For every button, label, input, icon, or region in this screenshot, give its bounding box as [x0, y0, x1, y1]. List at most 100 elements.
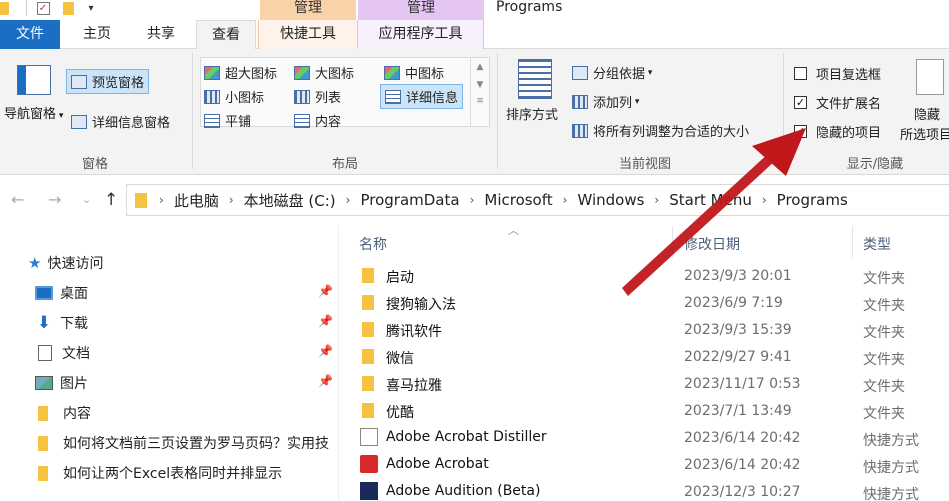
pane-divider[interactable] — [338, 226, 339, 501]
layout-extra-large-icons[interactable]: 超大图标 — [204, 63, 277, 82]
file-row[interactable]: Adobe Acrobat Distiller 2023/6/14 20:42 … — [340, 424, 949, 451]
folder-icon — [362, 295, 374, 310]
nav-item-documents[interactable]: 文档 — [38, 343, 90, 363]
navigation-pane: ★ 快速访问 桌面 📌 ⬇ 下载 📌 文档 📌 图片 📌 内容 如何将文档前三页… — [0, 226, 340, 501]
file-extensions-checkbox[interactable]: ✓ — [794, 96, 807, 109]
breadcrumb-microsoft[interactable]: Microsoft — [484, 191, 552, 209]
file-type: 文件夹 — [863, 406, 905, 422]
nav-item-content[interactable]: 内容 — [38, 403, 91, 423]
up-arrow-icon[interactable]: ↑ — [104, 190, 118, 210]
address-bar[interactable]: › 此电脑 › 本地磁盘 (C:) › ProgramData › Micros… — [126, 184, 949, 216]
breadcrumb-chevron-icon[interactable]: › — [654, 193, 659, 207]
breadcrumb-local-disk[interactable]: 本地磁盘 (C:) — [244, 190, 336, 211]
file-extensions-toggle[interactable]: ✓ 文件扩展名 — [794, 93, 881, 112]
file-row[interactable]: 启动 2023/9/3 20:01 文件夹 — [340, 262, 949, 289]
layout-medium-icons[interactable]: 中图标 — [384, 63, 444, 82]
back-arrow-icon[interactable]: ← — [11, 190, 24, 209]
column-divider[interactable] — [852, 226, 853, 258]
details-pane-button[interactable]: 详细信息窗格 — [71, 112, 170, 131]
pin-icon[interactable]: 📌 — [318, 344, 333, 358]
item-checkboxes-toggle[interactable]: 项目复选框 — [794, 64, 881, 83]
details-pane-label: 详细信息窗格 — [92, 116, 171, 131]
group-by-button[interactable]: 分组依据 ▾ — [572, 63, 652, 82]
properties-checkbox-icon[interactable]: ✓ — [35, 0, 51, 16]
breadcrumb-windows[interactable]: Windows — [577, 191, 644, 209]
breadcrumb-this-pc[interactable]: 此电脑 — [174, 190, 219, 211]
navigation-pane-icon[interactable] — [17, 65, 51, 95]
file-row[interactable]: 腾讯软件 2023/9/3 15:39 文件夹 — [340, 316, 949, 343]
document-icon — [38, 345, 52, 361]
hide-selected-label-2[interactable]: 所选项目 — [900, 124, 949, 143]
navigation-pane-button[interactable]: 导航窗格 ▾ — [4, 103, 63, 122]
breadcrumb-chevron-icon[interactable]: › — [470, 193, 475, 207]
nav-item-desktop[interactable]: 桌面 — [35, 283, 88, 303]
file-row[interactable]: Adobe Acrobat 2023/6/14 20:42 快捷方式 — [340, 451, 949, 478]
tab-share[interactable]: 共享 — [132, 20, 190, 49]
file-row[interactable]: Adobe Audition (Beta) 2023/12/3 10:27 快捷… — [340, 478, 949, 501]
layout-small-label: 小图标 — [225, 91, 265, 106]
hide-selected-label-1[interactable]: 隐藏 — [914, 104, 940, 123]
tab-view[interactable]: 查看 — [196, 20, 256, 50]
nav-quick-access[interactable]: ★ 快速访问 — [28, 253, 103, 273]
tab-home[interactable]: 主页 — [68, 20, 126, 49]
hidden-items-toggle[interactable]: ✓ 隐藏的项目 — [794, 122, 881, 141]
new-folder-icon[interactable] — [62, 0, 74, 16]
layout-list[interactable]: 列表 — [294, 87, 341, 106]
chevron-down-icon: ▾ — [645, 67, 653, 78]
folder-icon — [0, 0, 10, 16]
column-header-date[interactable]: 修改日期 — [684, 234, 740, 254]
hidden-items-checkbox[interactable]: ✓ — [794, 125, 807, 138]
breadcrumb-chevron-icon[interactable]: › — [563, 193, 568, 207]
breadcrumb-chevron-icon[interactable]: › — [159, 193, 164, 207]
breadcrumb-programs[interactable]: Programs — [777, 191, 848, 209]
file-row[interactable]: 微信 2022/9/27 9:41 文件夹 — [340, 343, 949, 370]
tab-app-tools[interactable]: 应用程序工具 — [358, 20, 484, 49]
layout-details[interactable]: 详细信息 — [380, 84, 464, 109]
file-row[interactable]: 搜狗输入法 2023/6/9 7:19 文件夹 — [340, 289, 949, 316]
pin-icon[interactable]: 📌 — [318, 284, 333, 298]
column-header-name[interactable]: 名称 — [359, 234, 387, 254]
column-header-type[interactable]: 类型 — [863, 234, 891, 254]
hide-selected-icon[interactable] — [916, 59, 944, 95]
size-all-columns-button[interactable]: 将所有列调整为合适的大小 — [572, 121, 749, 140]
nav-item-downloads[interactable]: ⬇ 下载 — [35, 313, 88, 333]
layout-small-icons[interactable]: 小图标 — [204, 87, 264, 106]
pin-icon[interactable]: 📌 — [318, 374, 333, 388]
breadcrumb-chevron-icon[interactable]: › — [762, 193, 767, 207]
expand-gallery-icon[interactable]: ≡ — [471, 96, 489, 106]
group-label-show-hide: 显示/隐藏 — [846, 157, 904, 172]
breadcrumb-programdata[interactable]: ProgramData — [360, 191, 459, 209]
tab-shortcut-tools[interactable]: 快捷工具 — [258, 20, 358, 49]
file-row[interactable]: 喜马拉雅 2023/11/17 0:53 文件夹 — [340, 370, 949, 397]
breadcrumb-chevron-icon[interactable]: › — [346, 193, 351, 207]
layout-large-icons[interactable]: 大图标 — [294, 63, 354, 82]
pin-icon[interactable]: 📌 — [318, 314, 333, 328]
recent-locations-chevron-icon[interactable]: ⌄ — [82, 193, 91, 206]
acrobat-icon — [360, 455, 378, 473]
layout-gallery-scroll[interactable]: ▲ ▼ ≡ — [470, 58, 489, 126]
layout-tiles[interactable]: 平铺 — [204, 111, 251, 130]
nav-item-roman-pages-doc[interactable]: 如何将文档前三页设置为罗马页码？实用技 — [38, 433, 338, 453]
group-label-layout: 布局 — [331, 157, 358, 172]
layout-content[interactable]: 内容 — [294, 111, 341, 130]
tab-file[interactable]: 文件 — [0, 20, 60, 49]
add-columns-button[interactable]: 添加列 ▾ — [572, 92, 639, 111]
file-row[interactable]: 优酷 2023/7/1 13:49 文件夹 — [340, 397, 949, 424]
nav-item-excel-side-by-side[interactable]: 如何让两个Excel表格同时并排显示 — [38, 463, 282, 483]
breadcrumb-chevron-icon[interactable]: › — [229, 193, 234, 207]
customize-toolbar-dropdown-icon[interactable]: ▾ — [84, 0, 98, 16]
forward-arrow-icon[interactable]: → — [48, 190, 61, 209]
scroll-down-icon[interactable]: ▼ — [471, 80, 489, 90]
column-divider[interactable] — [672, 226, 673, 258]
breadcrumb-start-menu[interactable]: Start Menu — [669, 191, 752, 209]
sort-by-button[interactable]: 排序方式 — [506, 104, 558, 123]
nav-item-label: 内容 — [63, 406, 91, 422]
nav-item-pictures[interactable]: 图片 — [35, 373, 88, 393]
file-date: 2023/6/14 20:42 — [684, 457, 801, 473]
sort-by-icon[interactable] — [518, 59, 552, 99]
group-label-current-view: 当前视图 — [618, 157, 671, 172]
scroll-up-icon[interactable]: ▲ — [471, 62, 489, 72]
item-checkboxes-checkbox[interactable] — [794, 67, 807, 80]
group-by-icon — [572, 65, 588, 80]
preview-pane-button[interactable]: 预览窗格 — [66, 69, 150, 94]
